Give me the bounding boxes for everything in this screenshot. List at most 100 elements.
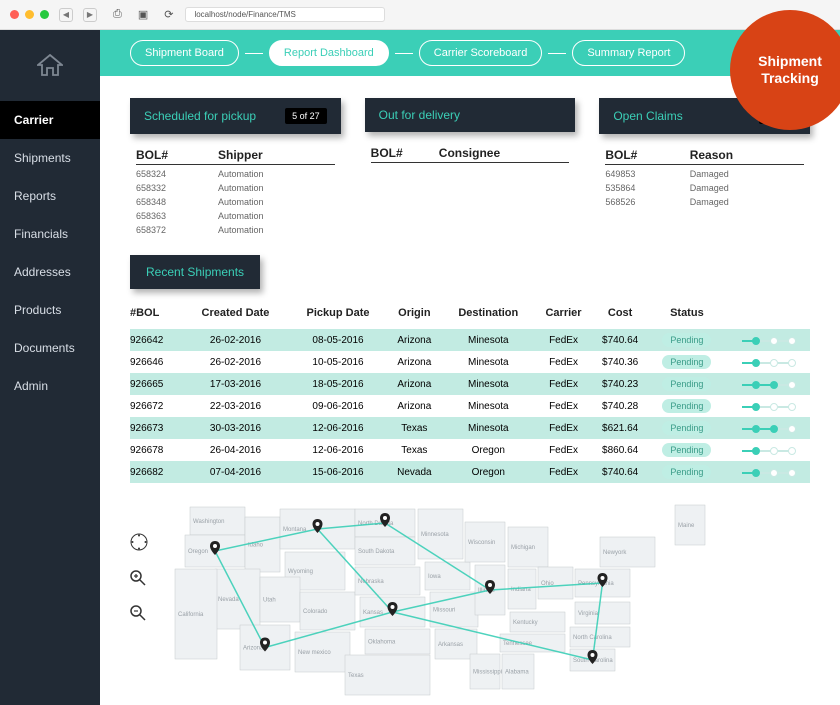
state-label: Oklahoma xyxy=(368,640,396,646)
state-label: Colorado xyxy=(303,609,328,615)
origin-cell: Arizona xyxy=(387,351,441,373)
state-label: Nebraska xyxy=(358,579,384,585)
bol-cell: 926642 xyxy=(130,329,182,351)
back-button[interactable]: ◀ xyxy=(59,8,73,22)
tab-report-dashboard[interactable]: Report Dashboard xyxy=(269,40,389,66)
col-header: #BOL xyxy=(130,307,182,329)
col-header: BOL# xyxy=(605,148,689,165)
print-icon[interactable]: ⎙ xyxy=(113,8,122,21)
col-header: Status xyxy=(648,307,725,329)
dest-cell: Minesota xyxy=(441,373,535,395)
tab-connector xyxy=(395,53,413,54)
reader-icon[interactable]: ▣ xyxy=(138,8,148,21)
created-cell: 26-04-2016 xyxy=(182,439,288,461)
table-row[interactable]: 92667330-03-201612-06-2016TexasMinesotaF… xyxy=(130,417,810,439)
home-icon[interactable] xyxy=(0,30,100,101)
forward-button[interactable]: ▶ xyxy=(83,8,97,22)
cell: Automation xyxy=(218,207,335,221)
tab-carrier-scoreboard[interactable]: Carrier Scoreboard xyxy=(419,40,543,66)
main-content: Shipment Board Report Dashboard Carrier Sc… xyxy=(100,30,840,705)
bol-cell: 926673 xyxy=(130,417,182,439)
compass-icon[interactable] xyxy=(130,533,148,556)
cell: 658324 xyxy=(136,165,218,180)
state-label: Missouri xyxy=(433,608,455,614)
state-label: California xyxy=(178,612,204,618)
progress-indicator xyxy=(741,466,795,477)
col-header: BOL# xyxy=(136,148,218,165)
table-row[interactable]: 535864Damaged xyxy=(605,179,804,193)
recent-shipments-table: #BOLCreated DatePickup DateOriginDestina… xyxy=(130,307,810,483)
card-title: Open Claims xyxy=(613,109,682,123)
zoom-in-icon[interactable] xyxy=(130,570,148,591)
tab-shipment-board[interactable]: Shipment Board xyxy=(130,40,239,66)
progress-indicator xyxy=(741,356,795,367)
out-for-delivery-card: Out for delivery BOL#Consignee xyxy=(365,98,576,235)
refresh-icon[interactable]: ⟳ xyxy=(164,8,173,21)
table-row[interactable]: 92667826-04-201612-06-2016TexasOregonFed… xyxy=(130,439,810,461)
progress-indicator xyxy=(741,422,795,433)
table-row[interactable]: 92668207-04-201615-06-2016NevadaOregonFe… xyxy=(130,461,810,483)
origin-cell: Texas xyxy=(387,439,441,461)
tab-connector xyxy=(548,53,566,54)
sidebar: CarrierShipmentsReportsFinancialsAddress… xyxy=(0,30,100,705)
sidebar-item-admin[interactable]: Admin xyxy=(0,367,100,405)
state-label: Mississippi xyxy=(473,670,502,676)
bol-cell: 926665 xyxy=(130,373,182,395)
progress-indicator xyxy=(741,444,795,455)
created-cell: 17-03-2016 xyxy=(182,373,288,395)
tab-summary-report[interactable]: Summary Report xyxy=(572,40,685,66)
url-bar[interactable]: localhost/node/Finance/TMS xyxy=(185,7,385,22)
table-row[interactable]: 92664626-02-201610-05-2016ArizonaMinesot… xyxy=(130,351,810,373)
sidebar-item-products[interactable]: Products xyxy=(0,291,100,329)
table-row[interactable]: 658348Automation xyxy=(136,193,335,207)
state-label: Michigan xyxy=(511,545,535,551)
carrier-cell: FedEx xyxy=(535,373,592,395)
state-label: Nevada xyxy=(218,597,239,603)
carrier-cell: FedEx xyxy=(535,351,592,373)
state-label: North Carolina xyxy=(573,635,612,641)
card-title: Out for delivery xyxy=(379,108,460,122)
table-row[interactable]: 92667222-03-201609-06-2016ArizonaMinesot… xyxy=(130,395,810,417)
state-label: Newyork xyxy=(603,550,627,556)
window-close-dot[interactable] xyxy=(10,10,19,19)
sidebar-item-carrier[interactable]: Carrier xyxy=(0,101,100,139)
table-row[interactable]: 568526Damaged xyxy=(605,193,804,207)
bol-cell: 926672 xyxy=(130,395,182,417)
state-label: Iowa xyxy=(428,574,441,580)
cost-cell: $860.64 xyxy=(592,439,649,461)
table-row[interactable]: 92666517-03-201618-05-2016ArizonaMinesot… xyxy=(130,373,810,395)
cell: Damaged xyxy=(690,165,804,180)
cell: Damaged xyxy=(690,193,804,207)
cell: Automation xyxy=(218,193,335,207)
sidebar-item-shipments[interactable]: Shipments xyxy=(0,139,100,177)
window-minimize-dot[interactable] xyxy=(25,10,34,19)
progress-indicator xyxy=(741,334,795,345)
bol-cell: 926682 xyxy=(130,461,182,483)
col-header: Created Date xyxy=(182,307,288,329)
pickup-cell: 10-05-2016 xyxy=(289,351,388,373)
table-row[interactable]: 658332Automation xyxy=(136,179,335,193)
sidebar-item-addresses[interactable]: Addresses xyxy=(0,253,100,291)
card-count: 5 of 27 xyxy=(285,108,327,124)
table-row[interactable]: 649853Damaged xyxy=(605,165,804,180)
shipment-map[interactable]: WashingtonOregonIdahoMontanaNorth Dakota… xyxy=(100,483,840,702)
table-row[interactable]: 658363Automation xyxy=(136,207,335,221)
cell: 658332 xyxy=(136,179,218,193)
cell: 535864 xyxy=(605,179,689,193)
sidebar-item-documents[interactable]: Documents xyxy=(0,329,100,367)
carrier-cell: FedEx xyxy=(535,417,592,439)
col-header: Pickup Date xyxy=(289,307,388,329)
window-maximize-dot[interactable] xyxy=(40,10,49,19)
table-row[interactable]: 658372Automation xyxy=(136,221,335,235)
carrier-cell: FedEx xyxy=(535,461,592,483)
recent-shipments-header: Recent Shipments xyxy=(130,255,260,289)
cell: Automation xyxy=(218,221,335,235)
zoom-out-icon[interactable] xyxy=(130,605,148,626)
table-row[interactable]: 658324Automation xyxy=(136,165,335,180)
pickup-cell: 09-06-2016 xyxy=(289,395,388,417)
sidebar-item-financials[interactable]: Financials xyxy=(0,215,100,253)
sidebar-item-reports[interactable]: Reports xyxy=(0,177,100,215)
dest-cell: Minesota xyxy=(441,395,535,417)
table-row[interactable]: 92664226-02-201608-05-2016ArizonaMinesot… xyxy=(130,329,810,351)
pickup-cell: 08-05-2016 xyxy=(289,329,388,351)
